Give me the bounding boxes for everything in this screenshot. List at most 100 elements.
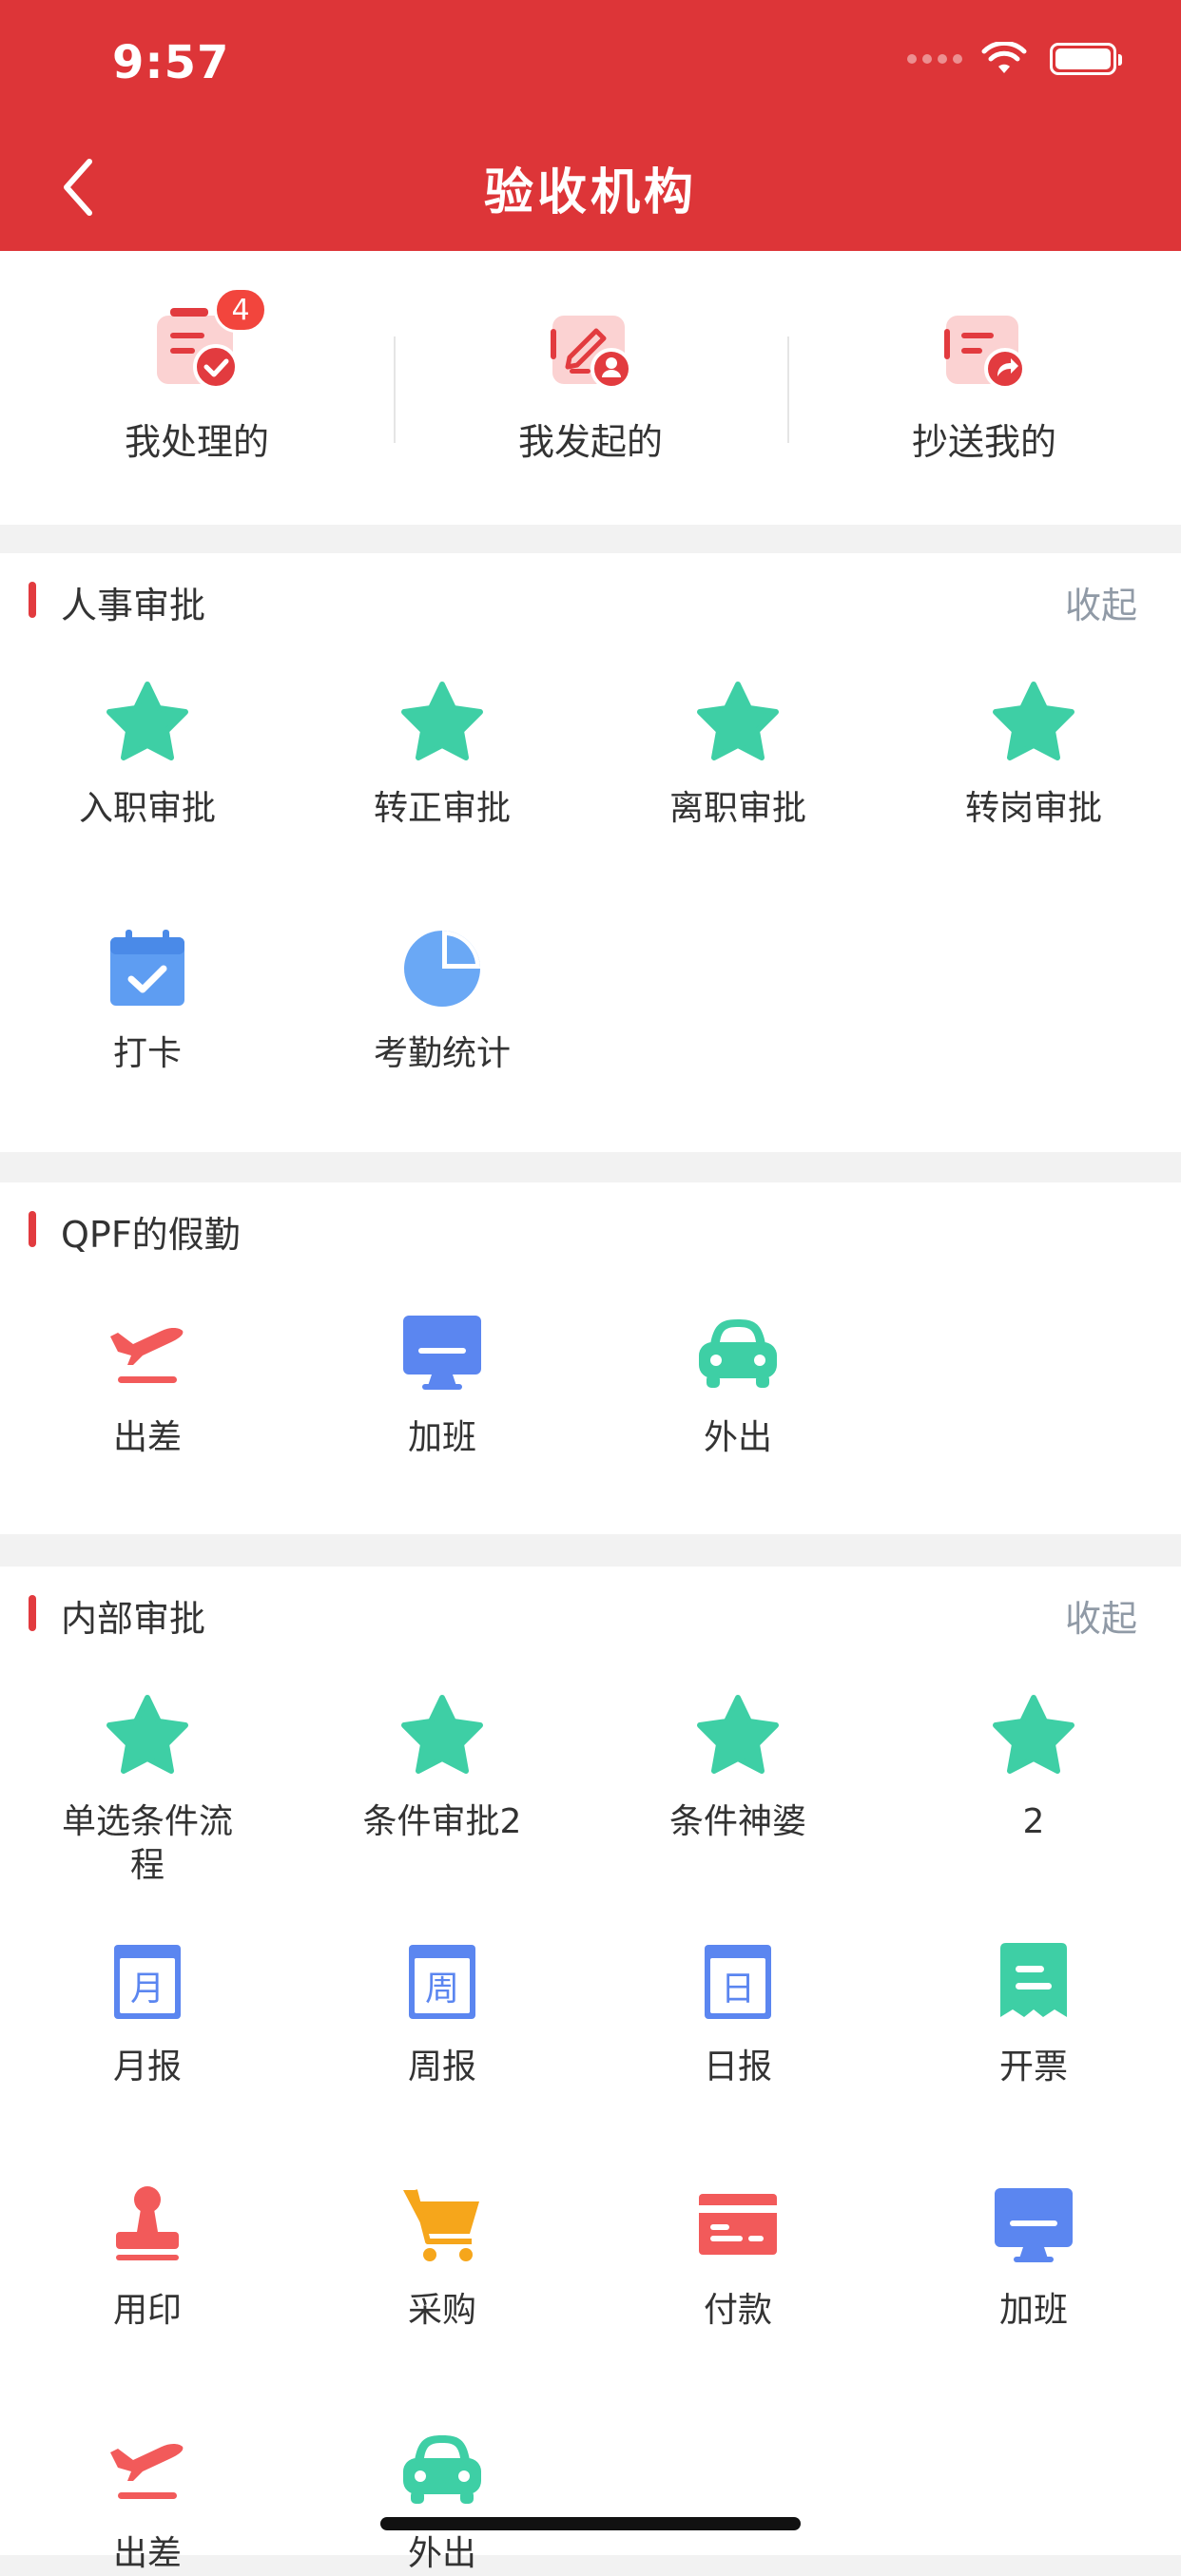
monitor-icon: [403, 1316, 481, 1390]
airplane-icon: [110, 1328, 184, 1383]
star-icon: [106, 1695, 188, 1774]
grid-label: 加班: [998, 2291, 1068, 2330]
collapse-button[interactable]: 收起: [1065, 576, 1137, 628]
star-icon: [106, 682, 188, 760]
grid-label: 出差: [112, 1418, 182, 1457]
grid-label: 考勤统计: [373, 1034, 511, 1073]
status-icons: [907, 42, 1122, 76]
stamp-icon: [116, 2186, 179, 2260]
pending-count-badge: 4: [214, 287, 267, 333]
tab-cc-to-me[interactable]: 抄送我的: [787, 308, 1181, 465]
section-accent-bar: [29, 1595, 36, 1631]
car-icon: [699, 1319, 777, 1388]
star-icon: [401, 1695, 483, 1774]
grid-label: 条件审批2: [362, 1802, 522, 1841]
star-icon: [401, 682, 483, 760]
section-internal-approval: 内部审批 收起 单选条件流程 条件审批2 条件神婆 2 月 月报 周 周报 日 …: [0, 1567, 1181, 2573]
grid-label: 月报: [112, 2047, 182, 2086]
grid-item-attendance-stats[interactable]: 考勤统计: [295, 926, 590, 1076]
grid-item-going-out[interactable]: 外出: [590, 1310, 885, 1460]
calendar-glyph: 周: [425, 1970, 459, 2009]
grid-label: 日报: [703, 2047, 772, 2086]
grid-item-condition-approval-2[interactable]: 条件审批2: [295, 1694, 590, 1844]
car-icon: [403, 2435, 481, 2504]
grid-item-clock-in[interactable]: 打卡: [0, 926, 295, 1076]
star-icon: [993, 1695, 1075, 1774]
grid-label: 外出: [407, 2534, 476, 2573]
home-indicator: [380, 2517, 801, 2530]
grid-item-monthly-report[interactable]: 月 月报: [0, 1939, 295, 2089]
section-leave: QPF的假勤 出差 加班 外出: [0, 1182, 1181, 1534]
section-hr-approval: 人事审批 收起 入职审批 转正审批 离职审批 转岗审批 打卡 考勤统计: [0, 553, 1181, 1152]
battery-icon: [1050, 43, 1122, 75]
grid-label: 2: [1022, 1802, 1045, 1841]
section-accent-bar: [29, 1211, 36, 1247]
status-time: 9:57: [112, 36, 230, 89]
section-title: QPF的假勤: [61, 1214, 241, 1256]
grid-item-2[interactable]: 2: [886, 1694, 1181, 1844]
grid-item-business-trip[interactable]: 出差: [0, 1310, 295, 1460]
grid-label: 打卡: [112, 1034, 182, 1073]
star-icon: [697, 682, 779, 760]
section-header: 内部审批 收起: [0, 1567, 1181, 1658]
grid-item-regularization[interactable]: 转正审批: [295, 681, 590, 831]
credit-card-icon: [699, 2194, 777, 2255]
grid-item-business-trip[interactable]: 出差: [0, 2426, 295, 2576]
grid-label: 采购: [407, 2291, 476, 2330]
grid-item-weekly-report[interactable]: 周 周报: [295, 1939, 590, 2089]
calendar-glyph: 月: [130, 1970, 165, 2009]
grid-label: 单选条件流程: [61, 1802, 233, 1885]
grid-item-purchase[interactable]: 采购: [295, 2182, 590, 2333]
section-title: 人事审批: [61, 585, 206, 626]
grid-item-single-condition-flow[interactable]: 单选条件流程: [0, 1694, 295, 1888]
grid-label: 条件神婆: [668, 1802, 806, 1841]
grid-label: 用印: [112, 2291, 182, 2330]
pie-chart-icon: [404, 931, 480, 1007]
tab-label: 抄送我的: [911, 421, 1056, 463]
receipt-icon: [1000, 1943, 1067, 2017]
tab-label: 我处理的: [124, 421, 269, 463]
collapse-button[interactable]: 收起: [1065, 1589, 1137, 1642]
grid-item-resignation[interactable]: 离职审批: [590, 681, 885, 831]
section-header: QPF的假勤: [0, 1182, 1181, 1274]
calendar-week-icon: 周: [409, 1945, 475, 2019]
grid-item-invoice[interactable]: 开票: [886, 1939, 1181, 2089]
grid-label: 外出: [703, 1418, 772, 1457]
forward-doc-icon: [944, 316, 1026, 390]
grid-item-condition-shenpo[interactable]: 条件神婆: [590, 1694, 885, 1844]
grid-label: 转正审批: [373, 789, 511, 828]
star-icon: [993, 682, 1075, 760]
edit-user-icon: [551, 316, 632, 390]
calendar-month-icon: 月: [114, 1945, 181, 2019]
calendar-day-icon: 日: [705, 1945, 771, 2019]
grid-label: 入职审批: [78, 789, 216, 828]
grid-item-overtime[interactable]: 加班: [886, 2182, 1181, 2333]
tab-label: 我发起的: [517, 421, 663, 463]
tab-handled-by-me[interactable]: 4 我处理的: [0, 287, 394, 465]
grid-item-transfer[interactable]: 转岗审批: [886, 681, 1181, 831]
grid-item-onboarding[interactable]: 入职审批: [0, 681, 295, 831]
tab-initiated-by-me[interactable]: 我发起的: [394, 308, 787, 465]
section-accent-bar: [29, 582, 36, 618]
app-header: 9:57 验收机构: [0, 0, 1181, 251]
grid-item-daily-report[interactable]: 日 日报: [590, 1939, 885, 2089]
calendar-glyph: 日: [721, 1970, 755, 2009]
airplane-icon: [110, 2444, 184, 2499]
star-icon: [697, 1695, 779, 1774]
cellular-signal-icon: [907, 54, 962, 64]
grid-label: 离职审批: [668, 789, 806, 828]
grid-label: 开票: [998, 2047, 1068, 2086]
grid-label: 出差: [112, 2534, 182, 2573]
grid-item-payment[interactable]: 付款: [590, 2182, 885, 2333]
wifi-icon: [981, 42, 1027, 73]
grid-label: 付款: [703, 2291, 772, 2330]
grid-label: 周报: [407, 2047, 476, 2086]
monitor-icon: [995, 2188, 1073, 2262]
grid-item-seal[interactable]: 用印: [0, 2182, 295, 2333]
section-header: 人事审批 收起: [0, 553, 1181, 644]
grid-item-going-out[interactable]: 外出: [295, 2426, 590, 2576]
approval-shortcuts: 4 我处理的 我发起的 抄送我的: [0, 251, 1181, 525]
section-title: 内部审批: [61, 1598, 206, 1640]
page-title: 验收机构: [483, 164, 697, 221]
grid-item-overtime[interactable]: 加班: [295, 1310, 590, 1460]
